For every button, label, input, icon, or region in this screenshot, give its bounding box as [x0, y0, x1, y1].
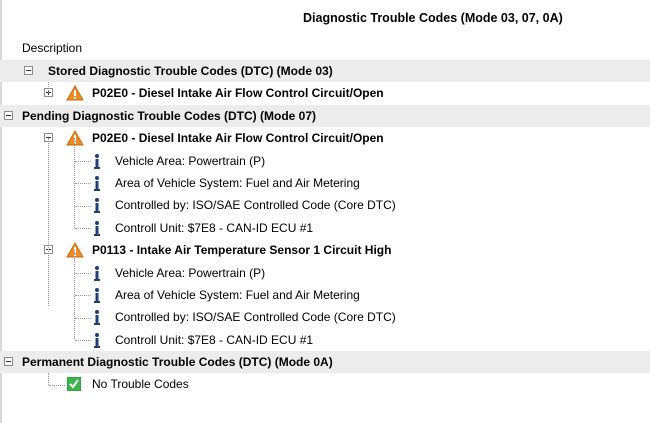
tree-group-stored[interactable]: Stored Diagnostic Trouble Codes (DTC) (M…	[0, 60, 650, 83]
detail-label: Controll Unit: $7E8 - CAN-ID ECU #1	[115, 332, 314, 347]
tree-connector	[75, 206, 91, 207]
warning-triangle-icon	[66, 130, 84, 146]
detail-label: Area of Vehicle System: Fuel and Air Met…	[115, 175, 360, 190]
info-icon	[94, 265, 100, 281]
info-icon	[94, 198, 100, 214]
panel-title: Diagnostic Trouble Codes (Mode 03, 07, 0…	[303, 11, 563, 25]
tree-item-detail[interactable]: Area of Vehicle System: Fuel and Air Met…	[0, 284, 650, 306]
collapse-toggle-icon[interactable]	[4, 357, 13, 367]
group-label: Permanent Diagnostic Trouble Codes (DTC)…	[22, 355, 333, 370]
warning-triangle-icon	[66, 85, 84, 101]
detail-label: Vehicle Area: Powertrain (P)	[115, 265, 266, 280]
info-icon	[94, 175, 100, 191]
info-icon	[94, 310, 100, 326]
dtc-panel: Diagnostic Trouble Codes (Mode 03, 07, 0…	[0, 0, 650, 423]
check-status-icon	[67, 377, 81, 392]
info-icon	[94, 153, 100, 169]
tree-item-no-codes[interactable]: No Trouble Codes	[0, 373, 650, 395]
detail-label: Controlled by: ISO/SAE Controlled Code (…	[115, 198, 396, 213]
tree-item-dtc[interactable]: P0113 - Intake Air Temperature Sensor 1 …	[0, 239, 650, 261]
tree-group-permanent[interactable]: Permanent Diagnostic Trouble Codes (DTC)…	[0, 351, 650, 374]
tree-item-detail[interactable]: Area of Vehicle System: Fuel and Air Met…	[0, 172, 650, 194]
tree-connector	[75, 318, 91, 319]
dtc-label: P02E0 - Diesel Intake Air Flow Control C…	[92, 131, 384, 146]
group-label: Pending Diagnostic Trouble Codes (DTC) (…	[22, 108, 317, 123]
tree-item-detail[interactable]: Controlled by: ISO/SAE Controlled Code (…	[0, 194, 650, 216]
dtc-label: P02E0 - Diesel Intake Air Flow Control C…	[92, 86, 384, 101]
info-icon	[94, 287, 100, 303]
tree-group-pending[interactable]: Pending Diagnostic Trouble Codes (DTC) (…	[0, 104, 650, 128]
tree-connector	[75, 340, 91, 341]
dtc-label: P0113 - Intake Air Temperature Sensor 1 …	[92, 243, 392, 258]
collapse-toggle-icon[interactable]	[24, 66, 33, 75]
info-icon	[94, 332, 100, 348]
tree-item-dtc[interactable]: P02E0 - Diesel Intake Air Flow Control C…	[0, 82, 650, 104]
tree-item-detail[interactable]: Controll Unit: $7E8 - CAN-ID ECU #1	[0, 217, 650, 239]
tree-connector	[75, 295, 91, 296]
tree-connector	[48, 138, 49, 306]
detail-label: Vehicle Area: Powertrain (P)	[115, 153, 266, 168]
detail-label: Area of Vehicle System: Fuel and Air Met…	[115, 287, 360, 302]
tree-item-detail[interactable]: Controlled by: ISO/SAE Controlled Code (…	[0, 306, 650, 328]
info-icon	[94, 220, 100, 236]
group-label: Stored Diagnostic Trouble Codes (DTC) (M…	[48, 64, 333, 78]
tree-connector	[75, 183, 91, 184]
tree-connector	[48, 373, 49, 385]
detail-label: Controll Unit: $7E8 - CAN-ID ECU #1	[115, 220, 314, 235]
collapse-toggle-icon[interactable]	[4, 110, 13, 120]
tree-connector	[48, 82, 49, 94]
dtc-tree[interactable]: Stored Diagnostic Trouble Codes (DTC) (M…	[0, 60, 650, 396]
warning-triangle-icon	[66, 242, 84, 258]
tree-connector	[75, 161, 91, 162]
tree-item-detail[interactable]: Vehicle Area: Powertrain (P)	[0, 262, 650, 284]
detail-label: Controlled by: ISO/SAE Controlled Code (…	[115, 310, 396, 325]
tree-item-detail[interactable]: Controll Unit: $7E8 - CAN-ID ECU #1	[0, 329, 650, 351]
tree-connector	[75, 273, 91, 274]
tree-connector	[75, 228, 91, 229]
tree-connector	[49, 385, 65, 386]
tree-item-dtc[interactable]: P02E0 - Diesel Intake Air Flow Control C…	[0, 127, 650, 149]
tree-item-detail[interactable]: Vehicle Area: Powertrain (P)	[0, 150, 650, 172]
column-header-description[interactable]: Description	[22, 41, 82, 55]
no-codes-label: No Trouble Codes	[92, 377, 189, 392]
